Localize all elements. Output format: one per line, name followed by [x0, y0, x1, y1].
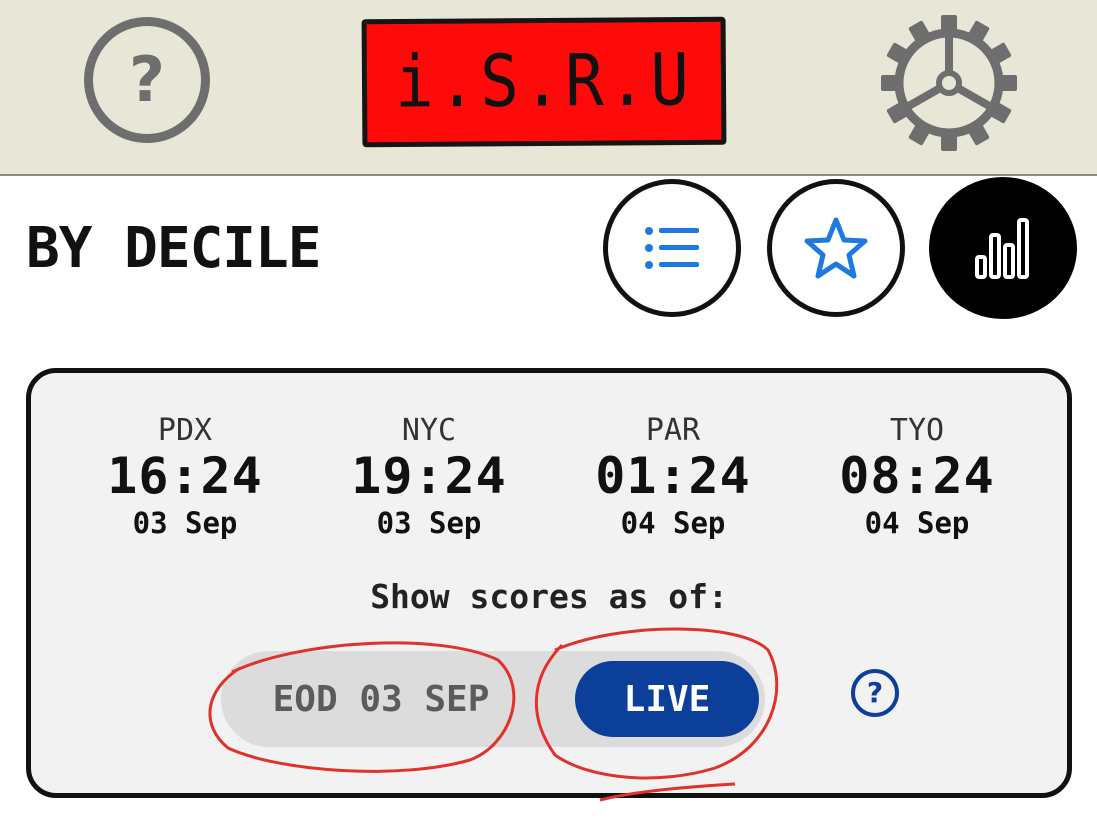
- timezone-city: TYO: [889, 413, 945, 448]
- scores-toggle: EOD 03 SEP LIVE: [221, 651, 765, 747]
- timezone-par: PAR 01:24 04 Sep: [563, 413, 783, 543]
- timezone-time: 08:24: [839, 447, 995, 505]
- gear-icon[interactable]: [880, 14, 1018, 152]
- eod-option-button[interactable]: EOD 03 SEP: [251, 651, 511, 747]
- decile-chart-view-button[interactable]: [929, 177, 1077, 319]
- timezone-city: PDX: [157, 413, 213, 448]
- timezone-date: 03 Sep: [132, 506, 238, 540]
- timezone-city: NYC: [401, 413, 457, 448]
- timezone-tyo: TYO 08:24 04 Sep: [807, 413, 1027, 543]
- timezone-time: 19:24: [351, 447, 507, 505]
- page-title: BY DECILE: [26, 216, 321, 281]
- timezone-date: 04 Sep: [620, 506, 726, 540]
- timezone-time: 16:24: [107, 447, 263, 505]
- timezone-date: 03 Sep: [376, 506, 482, 540]
- timezone-date: 04 Sep: [864, 506, 970, 540]
- timezone-nyc: NYC 19:24 03 Sep: [319, 413, 539, 543]
- timezone-time: 01:24: [595, 447, 751, 505]
- logo-text: i.S.R.U: [394, 39, 694, 125]
- time-card: PDX 16:24 03 Sep NYC 19:24 03 Sep PAR 01…: [26, 368, 1072, 798]
- timezone-city: PAR: [645, 413, 701, 448]
- help-icon[interactable]: ?: [84, 17, 210, 143]
- bar-chart-icon: [975, 218, 1029, 279]
- live-option-button[interactable]: LIVE: [575, 661, 759, 737]
- scores-as-of-label: Show scores as of:: [370, 577, 728, 616]
- list-icon: [645, 227, 699, 269]
- scores-help-icon[interactable]: ?: [851, 669, 899, 717]
- app-header: ? i.S.R.U: [0, 0, 1097, 176]
- timezone-pdx: PDX 16:24 03 Sep: [75, 413, 295, 543]
- list-view-button[interactable]: [603, 179, 741, 317]
- star-icon: [804, 217, 868, 279]
- app-logo: i.S.R.U: [361, 16, 727, 148]
- favorites-view-button[interactable]: [767, 179, 905, 317]
